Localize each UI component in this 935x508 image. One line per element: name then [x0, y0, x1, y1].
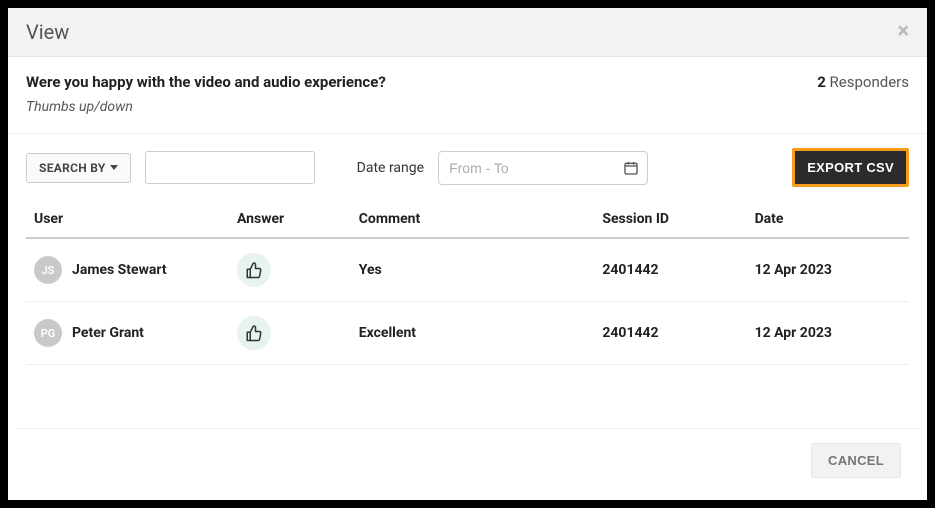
question-text: Were you happy with the video and audio … — [26, 73, 386, 91]
col-header-answer: Answer — [229, 201, 351, 238]
search-input[interactable] — [145, 151, 315, 184]
session-id-cell: 2401442 — [594, 302, 746, 365]
responders-count: 2 Responders — [817, 73, 909, 91]
search-by-dropdown[interactable]: SEARCH BY — [26, 153, 131, 183]
table-header-row: User Answer Comment Session ID Date — [26, 201, 909, 238]
table-row: JS James Stewart Yes — [26, 238, 909, 302]
comment-cell: Yes — [351, 238, 595, 302]
comment-cell: Excellent — [351, 302, 595, 365]
chevron-down-icon — [110, 165, 118, 170]
table-row: PG Peter Grant Excellen — [26, 302, 909, 365]
question-subtitle: Thumbs up/down — [26, 99, 909, 115]
avatar: PG — [34, 319, 62, 347]
modal-body: Were you happy with the video and audio … — [8, 57, 927, 365]
answer-badge — [237, 253, 271, 287]
date-cell: 12 Apr 2023 — [747, 238, 909, 302]
close-icon[interactable]: × — [897, 21, 909, 43]
thumbs-up-icon — [245, 261, 263, 279]
date-range-label: Date range — [357, 160, 424, 176]
thumbs-up-icon — [245, 324, 263, 342]
export-csv-button[interactable]: EXPORT CSV — [795, 151, 906, 184]
avatar: JS — [34, 256, 62, 284]
modal-header: View × — [8, 8, 927, 57]
responders-label: Responders — [830, 73, 909, 91]
responders-number: 2 — [817, 73, 826, 91]
date-range-field[interactable] — [447, 159, 623, 177]
calendar-icon — [623, 160, 639, 176]
user-cell: JS James Stewart — [34, 256, 221, 284]
col-header-user: User — [26, 201, 229, 238]
answer-badge — [237, 316, 271, 350]
cancel-button[interactable]: CANCEL — [811, 443, 901, 478]
modal-footer: CANCEL — [16, 428, 919, 492]
user-name: Peter Grant — [72, 325, 144, 341]
modal-title: View — [26, 20, 69, 44]
toolbar: SEARCH BY Date range EXPORT CSV — [26, 134, 909, 195]
col-header-session: Session ID — [594, 201, 746, 238]
col-header-comment: Comment — [351, 201, 595, 238]
session-id-cell: 2401442 — [594, 238, 746, 302]
user-cell: PG Peter Grant — [34, 319, 221, 347]
date-cell: 12 Apr 2023 — [747, 302, 909, 365]
export-csv-highlight: EXPORT CSV — [792, 148, 909, 187]
question-row: Were you happy with the video and audio … — [26, 73, 909, 91]
date-range-input[interactable] — [438, 151, 648, 185]
search-by-label: SEARCH BY — [39, 161, 106, 175]
col-header-date: Date — [747, 201, 909, 238]
modal-dialog: View × Were you happy with the video and… — [0, 0, 935, 508]
user-name: James Stewart — [72, 262, 167, 278]
responses-table: User Answer Comment Session ID Date JS J… — [26, 201, 909, 365]
